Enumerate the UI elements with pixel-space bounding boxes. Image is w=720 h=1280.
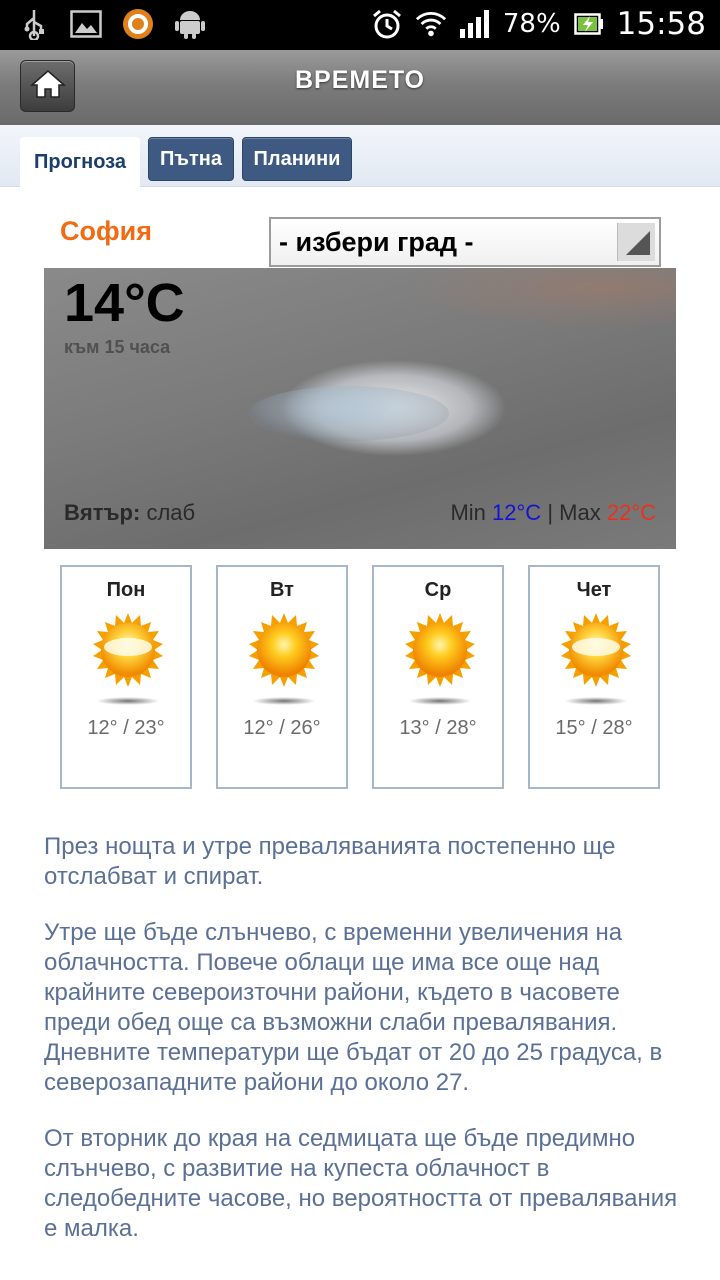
tab-roads[interactable]: Пътна bbox=[148, 137, 234, 181]
app-title: ВРЕМЕТО bbox=[295, 66, 425, 94]
day-temperatures: 12° / 23° bbox=[87, 717, 165, 739]
sun-icon bbox=[249, 613, 319, 687]
min-max-info: Min 12°C | Max 22°C bbox=[450, 500, 656, 526]
separator: | bbox=[547, 500, 554, 525]
city-select-label: - избери град - bbox=[279, 227, 474, 257]
dropdown-arrow-icon bbox=[617, 223, 655, 261]
city-select[interactable]: - избери град - bbox=[269, 217, 661, 267]
day-temperatures: 15° / 28° bbox=[555, 717, 633, 739]
max-temperature: 22°C bbox=[606, 500, 656, 525]
android-icon bbox=[174, 8, 206, 40]
day-name: Пон bbox=[106, 579, 146, 601]
day-card-thu[interactable]: Чет 15° / 28° bbox=[528, 565, 660, 789]
system-icons: 78% 15:58 bbox=[371, 6, 706, 42]
day-card-mon[interactable]: Пон 12° / 23° bbox=[60, 565, 192, 789]
tab-forecast[interactable]: Прогноза bbox=[20, 137, 140, 187]
battery-charging-icon bbox=[573, 8, 605, 40]
cloud-icon bbox=[249, 386, 449, 441]
sun-icon bbox=[405, 613, 475, 687]
sun-haze-icon bbox=[93, 613, 163, 687]
forecast-paragraph: Утре ще бъде слънчево, с временни увелич… bbox=[44, 919, 663, 1096]
city-name: София bbox=[60, 216, 152, 246]
tab-mountains[interactable]: Планини bbox=[242, 137, 352, 181]
forecast-description: През нощта и утре преваляванията постепе… bbox=[44, 832, 684, 1270]
current-temperature: 14°C bbox=[64, 273, 185, 333]
wind-label: Вятър: bbox=[64, 500, 141, 525]
day-name: Чет bbox=[576, 579, 612, 601]
min-temperature: 12°C bbox=[492, 500, 542, 525]
status-bar: 78% 15:58 bbox=[0, 0, 720, 50]
image-icon bbox=[70, 8, 102, 40]
max-label: Max bbox=[559, 500, 601, 525]
forecast-paragraph: От вторник до края на седмицата ще бъде … bbox=[44, 1125, 678, 1242]
current-weather-panel: 14°C към 15 часа Вятър: слаб Min 12°C | … bbox=[44, 268, 676, 549]
wifi-icon bbox=[415, 8, 447, 40]
wind-info: Вятър: слаб bbox=[64, 500, 195, 526]
day-name: Вт bbox=[270, 579, 294, 601]
notification-icons bbox=[18, 8, 206, 40]
sun-haze-icon bbox=[561, 613, 631, 687]
clock: 15:58 bbox=[616, 6, 706, 42]
day-card-wed[interactable]: Ср 13° / 28° bbox=[372, 565, 504, 789]
app-header: ВРЕМЕТО bbox=[0, 50, 720, 125]
day-card-tue[interactable]: Вт 12° / 26° bbox=[216, 565, 348, 789]
forecast-time: към 15 часа bbox=[64, 337, 171, 357]
wind-value: слаб bbox=[146, 500, 196, 525]
forecast-paragraph: През нощта и утре преваляванията постепе… bbox=[44, 833, 616, 890]
day-name: Ср bbox=[424, 579, 452, 601]
icon-shadow bbox=[408, 697, 472, 705]
icon-shadow bbox=[564, 697, 628, 705]
tab-bar: Прогноза Пътна Планини bbox=[0, 125, 720, 187]
alarm-icon bbox=[371, 8, 403, 40]
battery-percentage: 78% bbox=[502, 9, 561, 39]
day-temperatures: 13° / 28° bbox=[399, 717, 477, 739]
min-label: Min bbox=[450, 500, 486, 525]
icon-shadow bbox=[252, 697, 316, 705]
signal-icon bbox=[459, 8, 491, 40]
browser-icon bbox=[122, 8, 154, 40]
day-temperatures: 12° / 26° bbox=[243, 717, 321, 739]
icon-shadow bbox=[96, 697, 160, 705]
usb-icon bbox=[18, 8, 50, 40]
